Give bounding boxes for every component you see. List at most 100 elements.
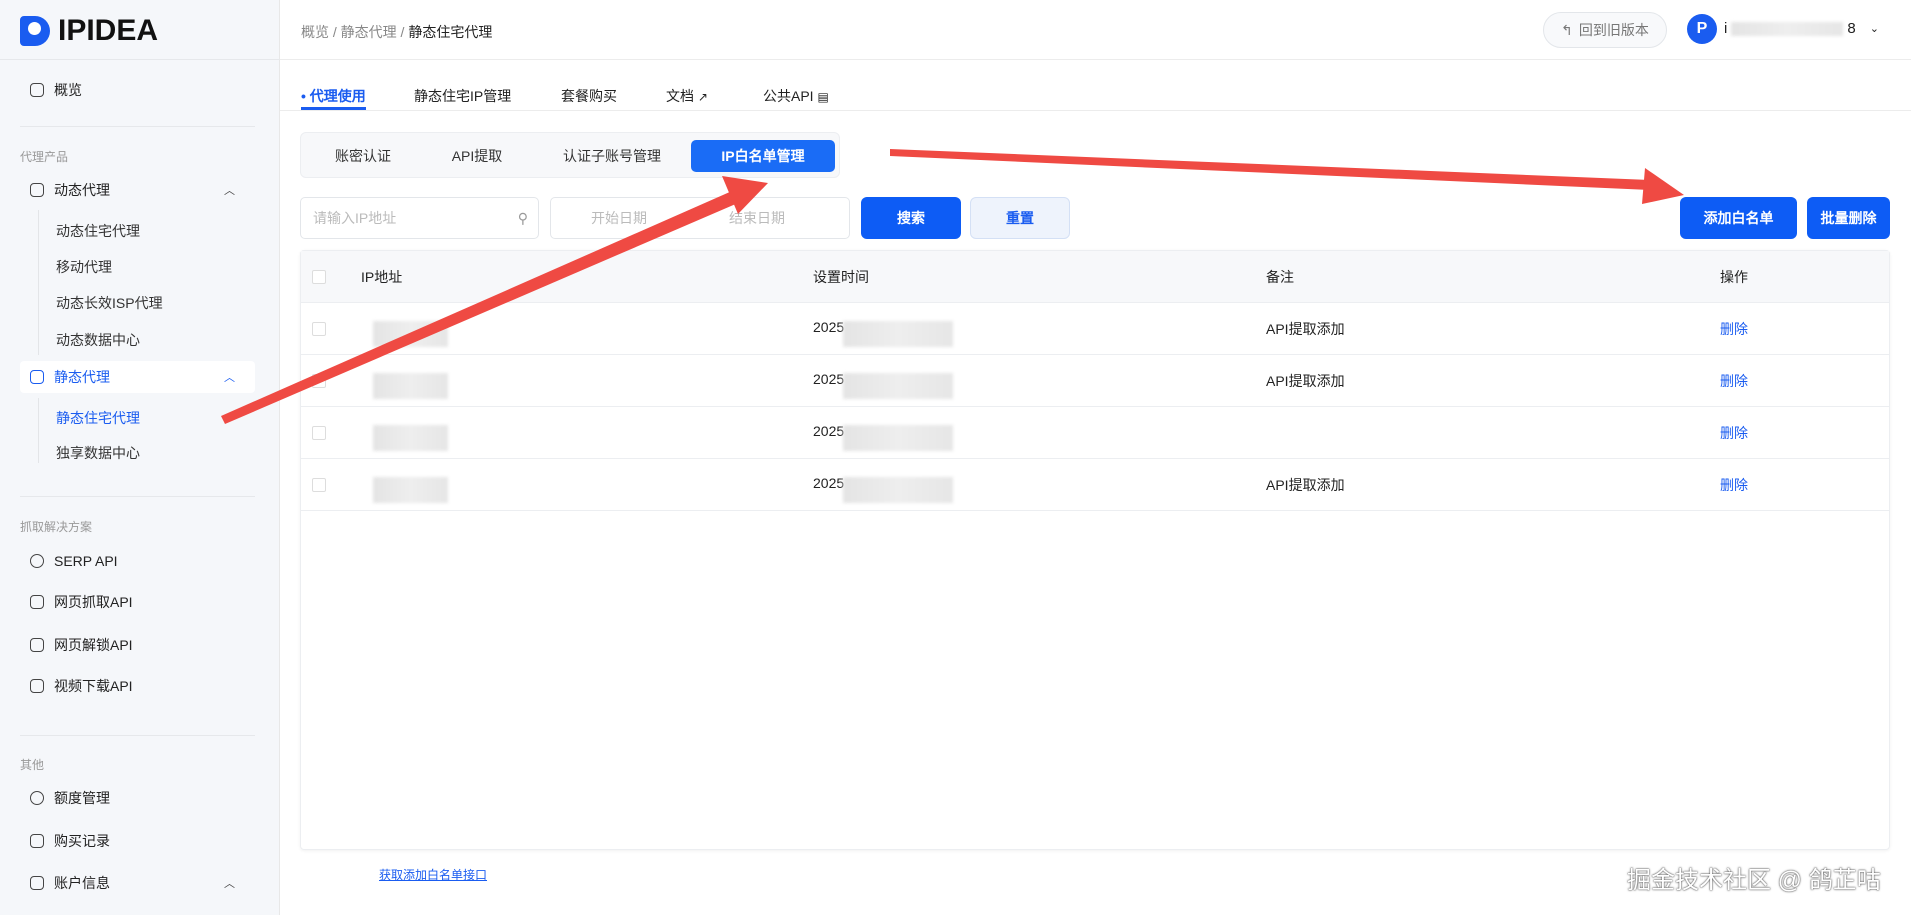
segment-ip-whitelist[interactable]: IP白名单管理 [691, 140, 835, 172]
column-header: 备注 [1266, 269, 1294, 285]
section-label: 抓取解决方案 [20, 520, 93, 534]
redacted-ip [373, 425, 448, 451]
sidebar-subitem[interactable]: 移动代理 [56, 257, 112, 277]
external-link-icon: ↗ [697, 90, 708, 104]
batch-delete-button[interactable]: 批量删除 [1807, 197, 1890, 239]
label: 静态代理 [54, 369, 110, 385]
redacted-ip [373, 321, 448, 347]
divider [20, 496, 255, 497]
sidebar-item-video[interactable]: 视频下载API [20, 670, 255, 702]
add-whitelist-button[interactable]: 添加白名单 [1680, 197, 1797, 239]
username-end: 8 [1847, 20, 1856, 37]
document-icon: ▤ [817, 90, 829, 104]
label: 网页抓取API [54, 594, 133, 610]
label: 视频下载API [54, 678, 133, 694]
sidebar-item-dynamic-proxy[interactable]: 动态代理 ︿ [20, 174, 255, 206]
redacted-time [843, 373, 953, 399]
search-icon [30, 554, 44, 568]
watermark: 掘金技术社区 @ 鸽芷咕 [1627, 867, 1881, 894]
sidebar-item-scrape[interactable]: 网页抓取API [20, 586, 255, 618]
divider [280, 59, 1911, 60]
get-whitelist-api-link[interactable]: 获取添加白名单接口 [379, 866, 487, 883]
placeholder: 请输入IP地址 [313, 210, 397, 226]
divider [280, 110, 1911, 111]
old-version-button[interactable]: ↰ 回到旧版本 [1543, 12, 1667, 48]
row-checkbox[interactable] [312, 426, 326, 440]
label: 文档 [666, 88, 694, 104]
username[interactable]: i 8 ⌄ [1724, 20, 1879, 37]
label: 代理使用 [309, 88, 366, 104]
column-header: 设置时间 [813, 269, 869, 285]
sidebar-item-overview[interactable]: 概览 [20, 74, 255, 106]
redacted-time [843, 321, 953, 347]
redacted-ip [373, 373, 448, 399]
sidebar-subitem[interactable]: 动态住宅代理 [56, 221, 140, 241]
divider [0, 59, 280, 60]
search-button[interactable]: 搜索 [861, 197, 961, 239]
sidebar-subitem-active[interactable]: 静态住宅代理 [56, 408, 140, 428]
static-proxy-icon [30, 370, 44, 384]
start-date[interactable]: 开始日期 [591, 208, 647, 228]
chevron-down-icon: ⌄ [1869, 23, 1879, 35]
section-label: 其他 [20, 758, 45, 772]
row-checkbox[interactable] [312, 374, 326, 388]
delete-link[interactable]: 删除 [1720, 423, 1748, 443]
row-checkbox[interactable] [312, 322, 326, 336]
segment-sub-accounts[interactable]: 认证子账号管理 [540, 140, 684, 172]
sidebar-item-serp[interactable]: SERP API [20, 545, 255, 577]
tab-purchase[interactable]: 套餐购买 [561, 86, 617, 106]
redacted [1731, 21, 1844, 36]
delete-link[interactable]: 删除 [1720, 371, 1748, 391]
table-row: 2025 API提取添加 删除 [301, 459, 1889, 511]
tab-proxy-usage[interactable]: • 代理使用 [301, 86, 366, 106]
unlock-icon [30, 638, 44, 652]
select-all-checkbox[interactable] [312, 270, 326, 284]
sidebar-item-orders[interactable]: 购买记录 [20, 825, 255, 857]
breadcrumb-item[interactable]: 概览 [301, 24, 329, 40]
logo[interactable]: IPIDEA [20, 14, 158, 48]
divider [20, 735, 255, 736]
breadcrumb-item[interactable]: 静态代理 [341, 24, 397, 40]
sidebar-subitem[interactable]: 动态数据中心 [56, 330, 140, 350]
sidebar-subitem[interactable]: 动态长效ISP代理 [56, 293, 163, 313]
cell-time: 2025 [813, 475, 845, 491]
arrow-head [1642, 168, 1684, 204]
table-row: 2025 删除 [301, 407, 1889, 459]
chevron-up-icon: ︿ [224, 372, 235, 384]
breadcrumb-current: 静态住宅代理 [408, 24, 493, 40]
reset-button[interactable]: 重置 [970, 197, 1070, 239]
sidebar-item-static-proxy[interactable]: 静态代理 ︿ [20, 361, 255, 393]
delete-link[interactable]: 删除 [1720, 319, 1748, 339]
breadcrumb: 概览 / 静态代理 / 静态住宅代理 [301, 24, 493, 40]
sidebar-item-quota[interactable]: 额度管理 [20, 782, 255, 814]
segment-api-extract[interactable]: API提取 [424, 140, 530, 172]
sidebar-item-account[interactable]: 账户信息 ︿ [20, 867, 255, 899]
label: 概览 [54, 82, 82, 98]
tab-static-ip[interactable]: 静态住宅IP管理 [414, 86, 511, 106]
row-checkbox[interactable] [312, 478, 326, 492]
sidebar: IPIDEA 概览 代理产品 动态代理 ︿ 动态住宅代理 移动代理 动态长效ISP… [0, 0, 280, 915]
cell-note: API提取添加 [1266, 373, 1345, 389]
ip-search-input[interactable]: 请输入IP地址 ⚲ [300, 197, 539, 239]
table-row: 2025 API提取添加 删除 [301, 355, 1889, 407]
label: 公共API [763, 88, 814, 104]
avatar[interactable]: P [1687, 14, 1717, 44]
id-card-icon [30, 876, 44, 890]
date-range-picker[interactable]: 开始日期 结束日期 [550, 197, 850, 239]
divider [38, 210, 39, 355]
logo-icon [20, 16, 50, 46]
label: 动态代理 [54, 182, 110, 198]
delete-link[interactable]: 删除 [1720, 475, 1748, 495]
table-header: IP地址 设置时间 备注 操作 [301, 251, 1889, 303]
sidebar-subitem[interactable]: 独享数据中心 [56, 443, 140, 463]
label: 回到旧版本 [1578, 22, 1649, 38]
cell-time: 2025 [813, 371, 845, 387]
end-date[interactable]: 结束日期 [729, 208, 785, 228]
username-start: i [1724, 20, 1728, 37]
tab-public-api[interactable]: 公共API ▤ [763, 86, 829, 106]
sidebar-item-unlock[interactable]: 网页解锁API [20, 629, 255, 661]
annotation-arrow [890, 149, 1650, 190]
segment-account-password[interactable]: 账密认证 [310, 140, 416, 172]
tab-docs[interactable]: 文档 ↗ [666, 86, 708, 106]
database-icon [30, 791, 44, 805]
